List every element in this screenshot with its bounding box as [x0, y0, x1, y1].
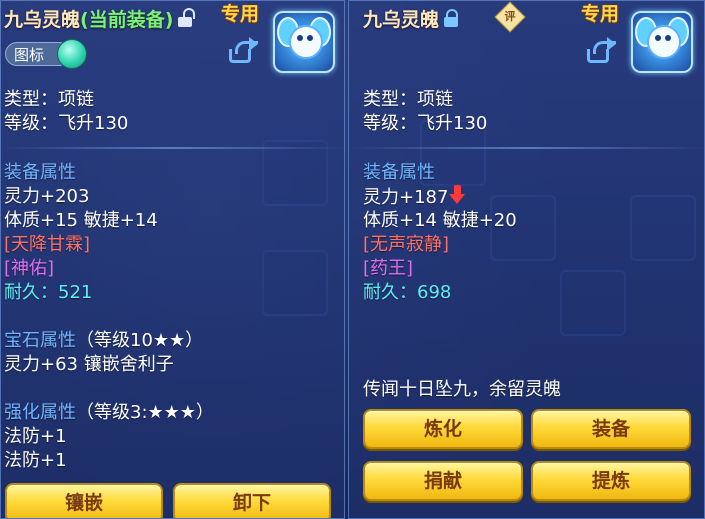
- item-level: 等级：飞升130: [4, 113, 129, 134]
- enhance-line: 法防+1: [4, 426, 67, 447]
- divider: [1, 147, 344, 149]
- attr-line: 灵力+187: [363, 185, 466, 210]
- exclusive-label: 专用: [221, 3, 260, 25]
- divider: [349, 147, 704, 149]
- attr-line: 体质+15 敏捷+14: [4, 210, 158, 231]
- equip-button[interactable]: 装备: [531, 409, 691, 449]
- down-arrow-icon: [449, 185, 466, 205]
- share-icon[interactable]: [227, 37, 258, 67]
- exclusive-label: 专用: [581, 3, 620, 25]
- item-type: 类型：项链: [4, 89, 94, 110]
- unequip-button[interactable]: 卸下: [173, 483, 331, 518]
- item-name: 九乌灵魄: [363, 8, 440, 31]
- rate-icon[interactable]: 评: [494, 1, 526, 33]
- enhance-line: 法防+1: [4, 450, 67, 471]
- item-level: 等级：飞升130: [363, 113, 488, 134]
- toggle-label: 图标: [14, 46, 45, 64]
- enhance-header: 强化属性: [4, 402, 76, 423]
- toggle-knob: [57, 39, 87, 69]
- special-effect: [无声寂静]: [363, 234, 450, 255]
- item-name: 九乌灵魄: [4, 8, 81, 31]
- attr-line: 体质+14 敏捷+20: [363, 210, 517, 231]
- gem-level: （等级10★★）: [76, 330, 204, 351]
- item-title: 九乌灵魄 (当前装备): [4, 3, 196, 33]
- necklace-icon: [273, 11, 335, 73]
- attr-header: 装备属性: [363, 162, 435, 183]
- donate-button[interactable]: 捐献: [363, 461, 523, 501]
- gem-line: 灵力+63 镶嵌舍利子: [4, 354, 174, 375]
- current-equipment-panel: 九乌灵魄 (当前装备) 专用 图标 类型：项链 等级：飞升130 装备属性 灵力…: [0, 0, 345, 519]
- equipped-tag: (当前装备): [80, 8, 174, 31]
- necklace-icon: [631, 11, 693, 73]
- enhance-header-row: 强化属性（等级3:★★★）: [4, 401, 214, 425]
- icon-toggle[interactable]: 图标: [5, 39, 87, 69]
- durability-value: 521: [58, 282, 93, 303]
- durability: 耐久：521: [4, 282, 93, 303]
- inlay-button[interactable]: 镶嵌: [5, 483, 163, 518]
- special-skill: [神佑]: [4, 258, 55, 279]
- special-skill: [药王]: [363, 258, 414, 279]
- item-type: 类型：项链: [363, 89, 453, 110]
- gem-header-row: 宝石属性（等级10★★）: [4, 329, 203, 353]
- item-description: 传闻十日坠九，余留灵魄: [363, 379, 561, 400]
- durability: 耐久：698: [363, 282, 452, 303]
- compare-equipment-panel: 九乌灵魄 评 专用 类型：项链 等级：飞升130 装备属性 灵力+187 体质+…: [348, 0, 705, 519]
- special-effect: [天降甘霖]: [4, 234, 91, 255]
- attr-header: 装备属性: [4, 162, 76, 183]
- lock-icon[interactable]: [443, 9, 459, 27]
- item-title: 九乌灵魄: [363, 3, 459, 33]
- share-icon[interactable]: [585, 37, 616, 67]
- gem-header: 宝石属性: [4, 330, 76, 351]
- durability-value: 698: [417, 282, 452, 303]
- refine-button[interactable]: 炼化: [363, 409, 523, 449]
- attr-line: 灵力+203: [4, 186, 90, 207]
- lock-icon[interactable]: [177, 8, 196, 27]
- extract-button[interactable]: 提炼: [531, 461, 691, 501]
- enhance-level: （等级3:★★★）: [76, 402, 214, 423]
